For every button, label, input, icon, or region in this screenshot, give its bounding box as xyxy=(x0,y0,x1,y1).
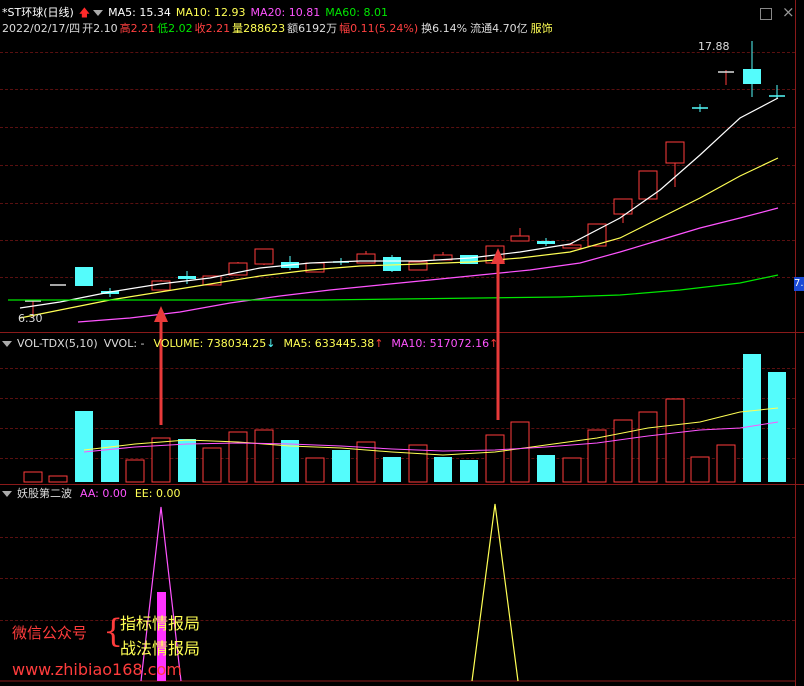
vol-volume: VOLUME: 738034.25 xyxy=(153,337,267,350)
volume-bar xyxy=(305,457,325,483)
quote-line: 2022/02/17/四 开2.10 高2.21 低2.02 收2.21 量288623 额… xyxy=(2,22,558,35)
volume-bar xyxy=(151,437,171,483)
candle-body xyxy=(537,241,555,244)
candle-body xyxy=(75,267,93,286)
volume-bar xyxy=(202,447,222,483)
ee-signal-line xyxy=(471,503,519,682)
volume-bar xyxy=(48,475,68,483)
volume-bar xyxy=(537,455,555,482)
quote-turnover: 换6.14% xyxy=(421,22,468,35)
volume-bar xyxy=(638,411,658,483)
quote-open: 开2.10 xyxy=(82,22,118,35)
volume-bar xyxy=(716,444,736,483)
ind-title[interactable]: 妖股第二波 xyxy=(17,487,72,500)
watermark-line2: 战法情报局 xyxy=(120,639,201,658)
main-header: *ST环球(日线) 🡅 MA5: 15.34 MA10: 12.93 MA20: 10.… xyxy=(2,6,393,19)
volume-bar xyxy=(75,411,93,482)
candle-body xyxy=(743,69,761,84)
quote-high: 高2.21 xyxy=(119,22,156,35)
candle-body xyxy=(562,244,582,249)
close-icon[interactable]: × xyxy=(782,4,795,20)
candle-body xyxy=(383,257,401,271)
candle-body xyxy=(510,235,530,242)
volume-bar xyxy=(743,354,761,482)
vol-ma5: MA5: 633445.38 xyxy=(283,337,375,350)
candle-body xyxy=(638,170,658,200)
quote-low: 低2.02 xyxy=(157,22,193,35)
ind-dropdown-icon[interactable] xyxy=(2,491,12,497)
volume-bar xyxy=(665,398,685,483)
volume-bar xyxy=(485,434,505,483)
vol-header: VOL-TDX(5,10) VVOL: - VOLUME: 738034.25↓ MA… xyxy=(2,337,503,350)
candle-body xyxy=(254,248,274,265)
candle-body xyxy=(356,253,376,264)
vol-ma5-arrow-icon: ↑ xyxy=(374,337,384,350)
ma10-value: MA10: 12.93 xyxy=(175,6,246,19)
restore-icon[interactable] xyxy=(760,8,772,20)
candle-body xyxy=(178,276,196,279)
up-arrow-icon: 🡅 xyxy=(78,6,91,19)
volume-bar xyxy=(460,460,478,482)
ma60-value: MA60: 8.01 xyxy=(325,6,388,19)
quote-industry[interactable]: 服饰 xyxy=(531,22,553,35)
volume-bar xyxy=(23,471,43,483)
quote-float: 流通4.70亿 xyxy=(470,22,528,35)
watermark-url: www.zhibiao168.com xyxy=(12,660,182,679)
quote-date: 2022/02/17/四 xyxy=(2,22,81,35)
vol-down-arrow-icon: ↓ xyxy=(266,337,276,350)
vol-vvol: VVOL: - xyxy=(103,337,145,350)
ma20-value: MA20: 10.81 xyxy=(250,6,321,19)
ma5-line xyxy=(19,97,779,309)
vol-title[interactable]: VOL-TDX(5,10) xyxy=(17,337,98,350)
quote-change: 幅0.11(5.24%) xyxy=(339,22,419,35)
high-price-label: 17.88 xyxy=(698,40,730,53)
volume-bar xyxy=(510,421,530,483)
watermark-wechat: 微信公众号 xyxy=(12,624,88,642)
low-price-label: 6.30 xyxy=(18,312,43,325)
ma10-line xyxy=(19,157,779,319)
window-controls: × xyxy=(760,4,800,23)
candle-body xyxy=(408,261,428,271)
volume-bar xyxy=(383,457,401,482)
volume-bar xyxy=(768,372,786,482)
volume-bar xyxy=(332,450,350,482)
vol-dropdown-icon[interactable] xyxy=(2,341,12,347)
volume-bar xyxy=(434,457,452,482)
volume-bar xyxy=(613,419,633,483)
volume-bar xyxy=(228,431,248,483)
volume-bar xyxy=(178,439,196,482)
volume-bar xyxy=(125,459,145,483)
vol-ma10-arrow-icon: ↑ xyxy=(489,337,499,350)
quote-amount: 额6192万 xyxy=(287,22,338,35)
ind-header: 妖股第二波 AA: 0.00 EE: 0.00 xyxy=(2,487,185,500)
watermark-line1: 指标情报局 xyxy=(120,614,201,633)
volume-bar xyxy=(690,456,710,483)
stock-title[interactable]: *ST环球(日线) xyxy=(2,6,74,19)
vol-ma10: MA10: 517072.16 xyxy=(391,337,490,350)
quote-close: 收2.21 xyxy=(194,22,231,35)
ma5-value: MA5: 15.34 xyxy=(108,6,171,19)
ma60-line xyxy=(8,274,779,301)
ind-ee: EE: 0.00 xyxy=(134,487,181,500)
ind-aa: AA: 0.00 xyxy=(80,487,127,500)
right-price-tag: 7. xyxy=(794,277,804,291)
volume-bar xyxy=(562,457,582,483)
ma-dropdown-icon[interactable] xyxy=(93,10,104,16)
volume-bar xyxy=(254,429,274,483)
ma20-line xyxy=(77,207,779,323)
candle-body xyxy=(151,280,171,291)
quote-volume: 量288623 xyxy=(232,22,286,35)
candle-body xyxy=(665,141,685,164)
